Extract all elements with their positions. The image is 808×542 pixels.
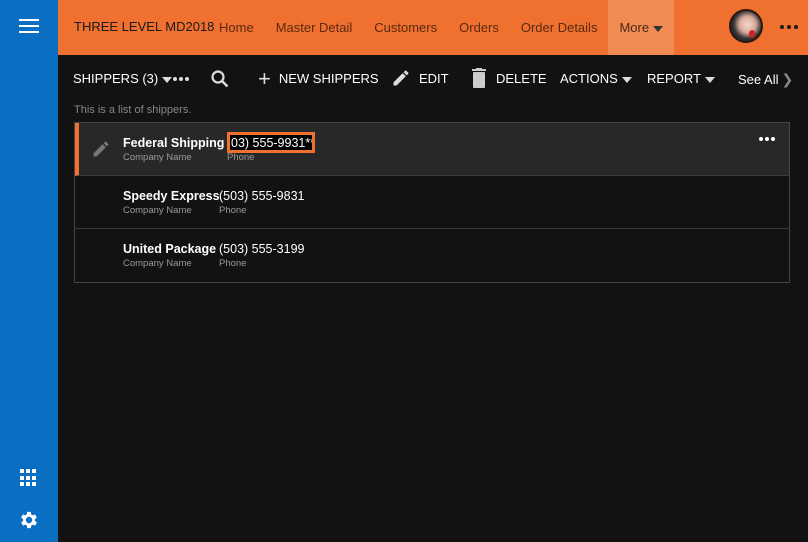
main-nav: Home Master Detail Customers Orders Orde… — [208, 0, 675, 55]
view-selector[interactable]: SHIPPERS (3) — [73, 62, 173, 96]
top-app-bar: THREE LEVEL MD2018 Home Master Detail Cu… — [58, 0, 808, 55]
app-title: THREE LEVEL MD2018 — [74, 19, 215, 34]
toolbar: SHIPPERS (3) + NEW SHIPPERS EDIT DELETE A… — [58, 62, 808, 96]
phone-label: Phone — [219, 258, 247, 269]
phone-label: Phone — [219, 205, 247, 216]
company-name-label: Company Name — [123, 152, 192, 163]
gear-icon[interactable] — [18, 509, 40, 531]
phone-label: Phone — [227, 152, 255, 163]
nav-orders[interactable]: Orders — [448, 0, 510, 55]
see-all-label: See All — [738, 72, 779, 87]
view-selector-label: SHIPPERS (3) — [73, 71, 159, 86]
search-icon[interactable] — [210, 69, 230, 89]
shippers-list: Federal Shipping Company Name Phone Spee… — [74, 122, 790, 283]
nav-customers[interactable]: Customers — [363, 0, 448, 55]
pencil-icon — [393, 70, 409, 86]
list-item[interactable]: Federal Shipping Company Name Phone — [75, 123, 789, 176]
see-all-link[interactable]: See All ❯ — [738, 62, 793, 96]
new-shippers-label: NEW SHIPPERS — [278, 71, 379, 86]
avatar[interactable] — [729, 9, 763, 43]
edit-label: EDIT — [419, 71, 449, 86]
actions-label: ACTIONS — [560, 71, 618, 86]
apps-grid-icon[interactable] — [20, 469, 38, 487]
caret-down-icon — [653, 25, 664, 32]
caret-down-icon — [704, 76, 715, 83]
chevron-right-icon: ❯ — [781, 71, 794, 87]
toolbar-more-icon[interactable] — [173, 77, 189, 81]
delete-button[interactable]: DELETE — [471, 62, 547, 96]
phone-input[interactable] — [227, 132, 315, 153]
company-name-label: Company Name — [123, 205, 192, 216]
hamburger-icon[interactable] — [19, 19, 39, 35]
trash-icon — [472, 68, 486, 88]
plus-icon: + — [258, 66, 271, 91]
list-item[interactable]: Speedy Express Company Name (503) 555-98… — [75, 176, 789, 229]
nav-master-detail[interactable]: Master Detail — [265, 0, 364, 55]
phone-value: (503) 555-9831 — [219, 189, 305, 203]
nav-home[interactable]: Home — [208, 0, 265, 55]
company-name: Speedy Express — [123, 189, 220, 203]
row-more-icon[interactable] — [759, 137, 775, 141]
pencil-icon — [93, 141, 109, 157]
edit-button[interactable]: EDIT — [391, 62, 449, 96]
list-item[interactable]: United Package Company Name (503) 555-31… — [75, 229, 789, 282]
nav-more-label: More — [619, 20, 650, 35]
nav-order-details[interactable]: Order Details — [510, 0, 609, 55]
nav-more[interactable]: More — [608, 0, 675, 55]
new-shippers-button[interactable]: + NEW SHIPPERS — [258, 62, 379, 96]
company-name: United Package — [123, 242, 217, 256]
actions-menu[interactable]: ACTIONS — [560, 62, 632, 96]
report-label: REPORT — [647, 71, 701, 86]
phone-value: (503) 555-3199 — [219, 242, 305, 256]
caret-down-icon — [162, 76, 173, 83]
more-options-icon[interactable] — [780, 25, 798, 29]
sidebar — [0, 0, 58, 542]
company-name-label: Company Name — [123, 258, 192, 269]
company-name: Federal Shipping — [123, 136, 225, 150]
list-description: This is a list of shippers. — [74, 104, 192, 116]
caret-down-icon — [621, 76, 632, 83]
report-menu[interactable]: REPORT — [647, 62, 715, 96]
delete-label: DELETE — [496, 71, 547, 86]
